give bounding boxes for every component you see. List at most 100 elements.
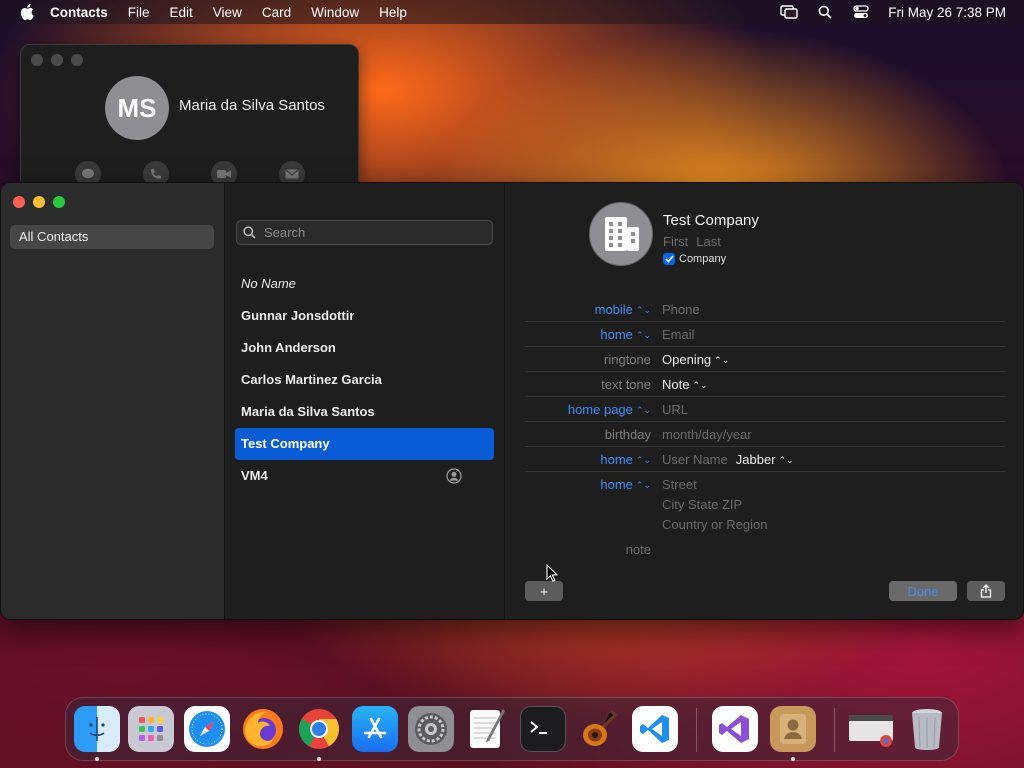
field-text-tone: text tone Note ⌃⌄ <box>525 372 1005 397</box>
minimize-button[interactable] <box>33 196 45 208</box>
birthday-label: birthday <box>604 427 651 442</box>
vscode-icon[interactable] <box>632 706 678 752</box>
firefox-icon[interactable] <box>240 706 286 752</box>
control-center-icon[interactable] <box>852 5 870 19</box>
contact-avatar: MS <box>105 76 169 140</box>
birthday-field[interactable]: month/day/year <box>662 422 752 447</box>
text-tone-label: text tone <box>601 377 651 392</box>
field-ringtone: ringtone Opening ⌃⌄ <box>525 347 1005 372</box>
email-field[interactable]: Email <box>662 322 695 347</box>
address-label-dropdown[interactable]: home ⌃⌄ <box>600 472 651 498</box>
list-item[interactable]: No Name <box>235 268 494 300</box>
share-button[interactable] <box>967 581 1005 601</box>
minimize-button[interactable] <box>51 54 63 66</box>
search-icon <box>243 226 256 239</box>
company-checkbox-row[interactable]: Company <box>663 253 726 265</box>
mobile-label-dropdown[interactable]: mobile ⌃⌄ <box>595 297 651 323</box>
launchpad-icon[interactable] <box>128 706 174 752</box>
person-name-fields: First Last <box>663 234 729 249</box>
field-birthday: birthday month/day/year <box>525 422 1005 447</box>
contacts-running-indicator <box>791 757 795 761</box>
zoom-button[interactable] <box>53 196 65 208</box>
list-item[interactable]: Carlos Martinez Garcia <box>235 364 494 396</box>
dock-separator <box>834 708 835 752</box>
field-instant-message: home ⌃⌄ User Name Jabber ⌃⌄ <box>525 447 1005 472</box>
company-avatar[interactable] <box>589 202 653 266</box>
safari-icon[interactable] <box>184 706 230 752</box>
url-field[interactable]: URL <box>662 397 688 422</box>
sidebar-item-all-contacts[interactable]: All Contacts <box>10 225 214 249</box>
add-field-button[interactable]: + <box>525 581 563 601</box>
field-email: home ⌃⌄ Email <box>525 322 1005 347</box>
chrome-running-indicator <box>317 757 321 761</box>
im-service-popup[interactable]: Jabber ⌃⌄ <box>736 452 794 467</box>
menu-clock[interactable]: Fri May 26 7:38 PM <box>888 5 1006 20</box>
ringtone-popup[interactable]: Opening ⌃⌄ <box>662 347 729 373</box>
contact-detail-pane: Test Company First Last Company mobile ⌃⌄ … <box>505 183 1023 619</box>
close-button[interactable] <box>13 196 25 208</box>
close-button[interactable] <box>31 54 43 66</box>
note-label: note <box>625 542 651 557</box>
menu-view[interactable]: View <box>213 5 242 20</box>
search-input[interactable] <box>262 224 476 241</box>
window-controls <box>13 196 65 208</box>
chrome-icon[interactable] <box>296 706 342 752</box>
app-store-icon[interactable] <box>352 706 398 752</box>
company-checkbox[interactable] <box>663 253 675 265</box>
dock <box>65 697 959 761</box>
contact-list-pane: No Name Gunnar Jonsdottir John Anderson … <box>225 183 505 619</box>
menu-card[interactable]: Card <box>262 5 291 20</box>
menu-edit[interactable]: Edit <box>170 5 193 20</box>
done-button[interactable]: Done <box>889 581 957 601</box>
mouse-cursor-icon <box>546 564 558 582</box>
share-icon <box>980 584 992 598</box>
finder-running-indicator <box>95 757 99 761</box>
inactive-window-controls <box>31 54 83 66</box>
my-card-person-icon <box>446 468 462 484</box>
text-tone-popup[interactable]: Note ⌃⌄ <box>662 372 708 398</box>
system-settings-icon[interactable] <box>408 706 454 752</box>
contacts-icon[interactable] <box>770 706 816 752</box>
list-item[interactable]: Gunnar Jonsdottir <box>235 300 494 332</box>
textedit-icon[interactable] <box>464 706 510 752</box>
list-item-selected[interactable]: Test Company <box>235 428 494 460</box>
terminal-icon[interactable] <box>520 706 566 752</box>
field-note: note <box>525 537 1005 562</box>
field-address: home ⌃⌄ Street City State ZIP Country or … <box>525 472 1005 532</box>
list-item[interactable]: VM4 <box>235 460 494 492</box>
menu-help[interactable]: Help <box>379 5 407 20</box>
dock-separator <box>696 708 697 752</box>
menu-bar: Contacts File Edit View Card Window Help… <box>0 0 1024 24</box>
menu-app-name[interactable]: Contacts <box>50 5 108 20</box>
contact-card-window: MS Maria da Silva Santos <box>20 44 359 196</box>
spotlight-search-icon[interactable] <box>816 5 834 19</box>
email-label-dropdown[interactable]: home ⌃⌄ <box>600 322 651 348</box>
im-username-field[interactable]: User Name Jabber ⌃⌄ <box>662 447 794 473</box>
list-item-label: VM4 <box>241 468 268 483</box>
im-label-dropdown[interactable]: home ⌃⌄ <box>600 447 651 473</box>
company-checkbox-label: Company <box>679 253 727 265</box>
search-field[interactable] <box>236 220 493 245</box>
menu-window[interactable]: Window <box>311 5 359 20</box>
company-name-field[interactable]: Test Company <box>663 212 759 229</box>
list-item[interactable]: Maria da Silva Santos <box>235 396 494 428</box>
country-field[interactable]: Country or Region <box>662 512 768 537</box>
home-page-label-dropdown[interactable]: home page ⌃⌄ <box>568 397 651 423</box>
finder-icon[interactable] <box>74 706 120 752</box>
visual-studio-icon[interactable] <box>712 706 758 752</box>
list-item[interactable]: John Anderson <box>235 332 494 364</box>
menu-file[interactable]: File <box>128 5 150 20</box>
chrome-window-icon[interactable] <box>848 706 894 752</box>
apple-menu-icon[interactable] <box>18 3 36 21</box>
phone-field[interactable]: Phone <box>662 297 700 322</box>
garageband-icon[interactable] <box>576 706 622 752</box>
field-home-page: home page ⌃⌄ URL <box>525 397 1005 422</box>
building-icon <box>605 217 639 251</box>
sidebar: All Contacts <box>1 183 225 619</box>
zoom-button[interactable] <box>71 54 83 66</box>
trash-icon[interactable] <box>904 706 950 752</box>
last-name-field[interactable]: Last <box>696 234 721 249</box>
first-name-field[interactable]: First <box>663 234 688 249</box>
field-mobile: mobile ⌃⌄ Phone <box>525 297 1005 322</box>
screen-mirroring-icon[interactable] <box>780 5 798 19</box>
